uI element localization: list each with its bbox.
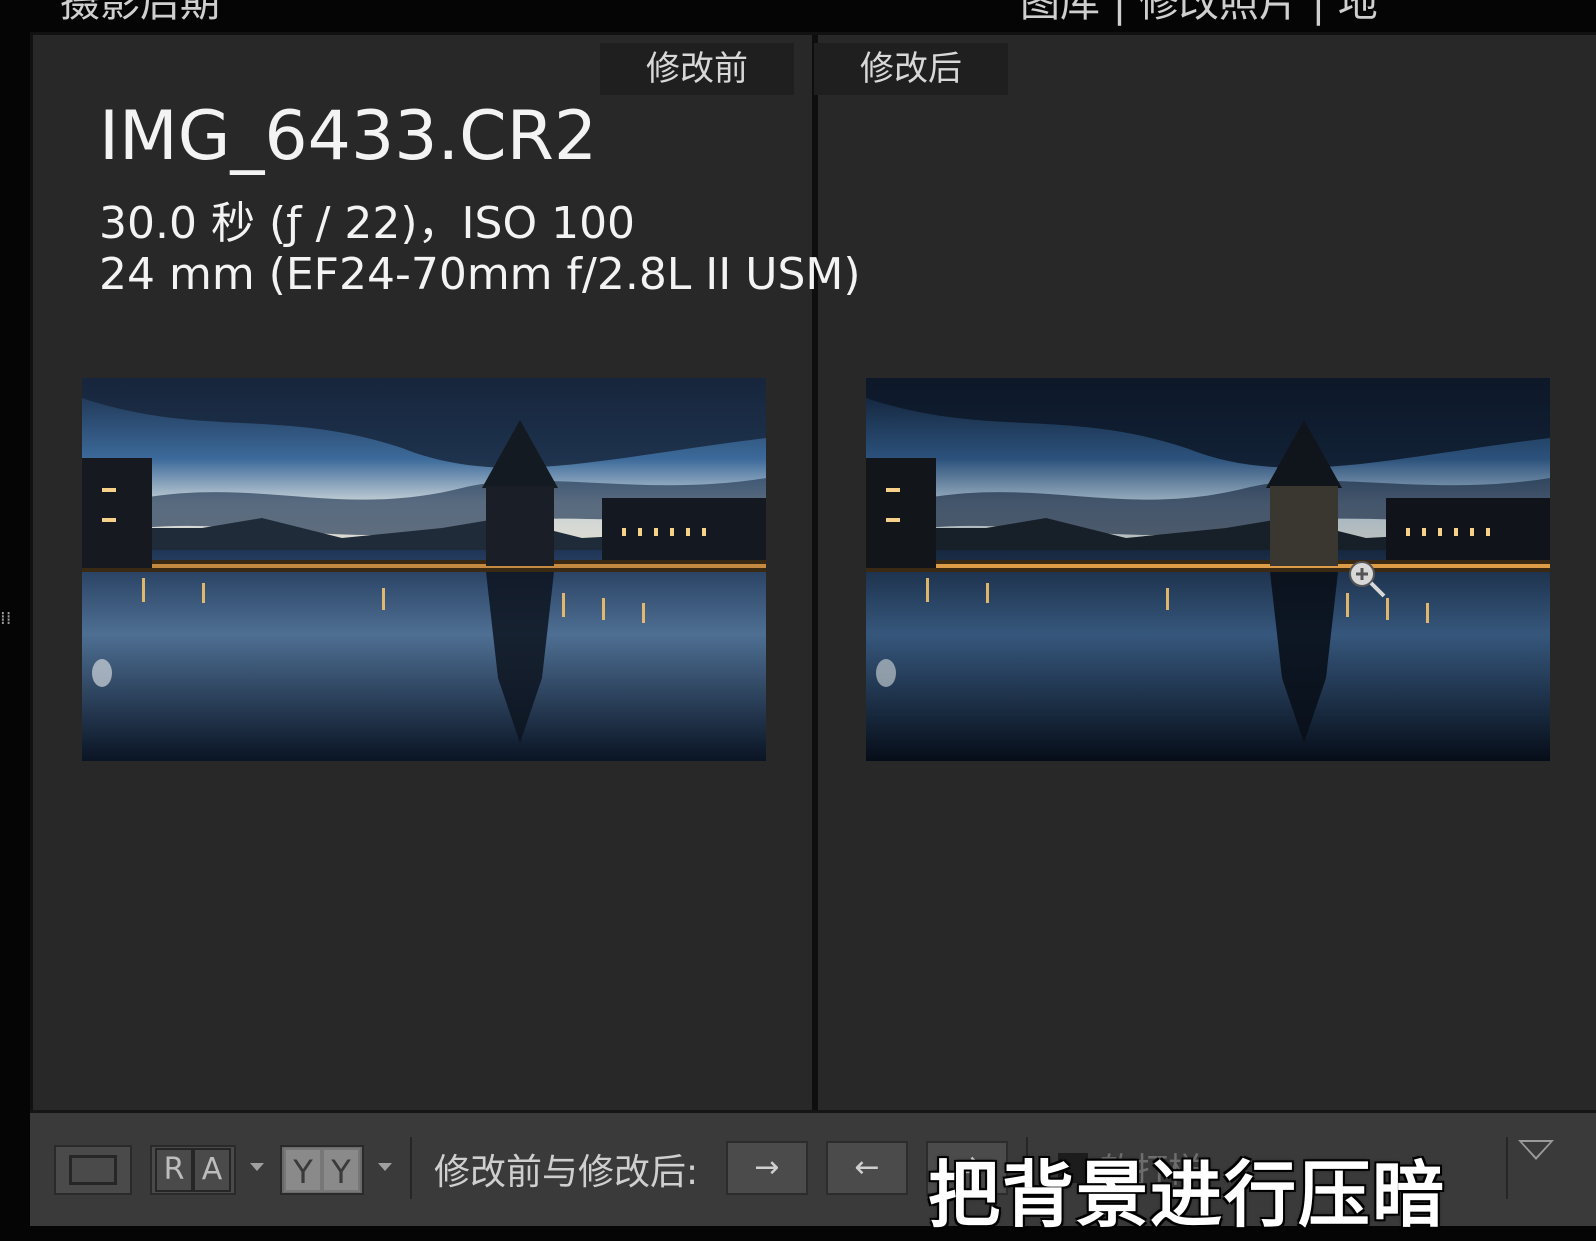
compare-label: 修改前与修改后:: [434, 1152, 699, 1193]
top-bar: 摄影后期 图库 | 修改照片 | 地: [0, 0, 1596, 32]
exposure-overlay: 30.0 秒 (ƒ / 22)，ISO 100: [99, 198, 636, 249]
before-after-split-button[interactable]: Y Y: [280, 1145, 364, 1195]
copy-after-to-before-button[interactable]: ←: [826, 1141, 908, 1195]
zoom-in-cursor-icon: [1349, 561, 1386, 598]
ra-left-glyph: R: [155, 1148, 193, 1192]
yy-right-glyph: Y: [322, 1148, 360, 1192]
video-caption: 把背景进行压暗: [928, 1153, 1447, 1237]
ra-right-glyph: A: [193, 1148, 231, 1192]
copy-before-to-after-button[interactable]: →: [726, 1141, 808, 1195]
filename-overlay: IMG_6433.CR2: [99, 97, 598, 176]
panel-grip-icon[interactable]: ⁞⁞: [0, 608, 11, 629]
arrow-left-icon: ←: [854, 1150, 880, 1185]
after-photo[interactable]: [866, 378, 1550, 761]
toolbar-separator: [1506, 1137, 1508, 1199]
single-view-icon: [69, 1155, 117, 1185]
arrow-right-icon: →: [754, 1150, 780, 1185]
before-after-left-right-button[interactable]: R A: [150, 1145, 236, 1195]
pane-divider: [812, 35, 818, 1110]
yy-left-glyph: Y: [284, 1148, 322, 1192]
before-label: 修改前: [600, 43, 794, 95]
before-photo[interactable]: [82, 378, 766, 761]
ra-dropdown-icon[interactable]: [250, 1163, 264, 1171]
module-picker[interactable]: 图库 | 修改照片 | 地: [1020, 0, 1378, 28]
yy-dropdown-icon[interactable]: [378, 1163, 392, 1171]
triangle-down-icon[interactable]: [1518, 1140, 1554, 1160]
after-label: 修改后: [814, 43, 1008, 95]
lens-overlay: 24 mm (EF24-70mm f/2.8L II USM): [99, 249, 861, 300]
loupe-view-button[interactable]: [54, 1145, 132, 1195]
toolbar-separator: [410, 1137, 412, 1199]
app-title-text: 摄影后期: [60, 0, 220, 26]
